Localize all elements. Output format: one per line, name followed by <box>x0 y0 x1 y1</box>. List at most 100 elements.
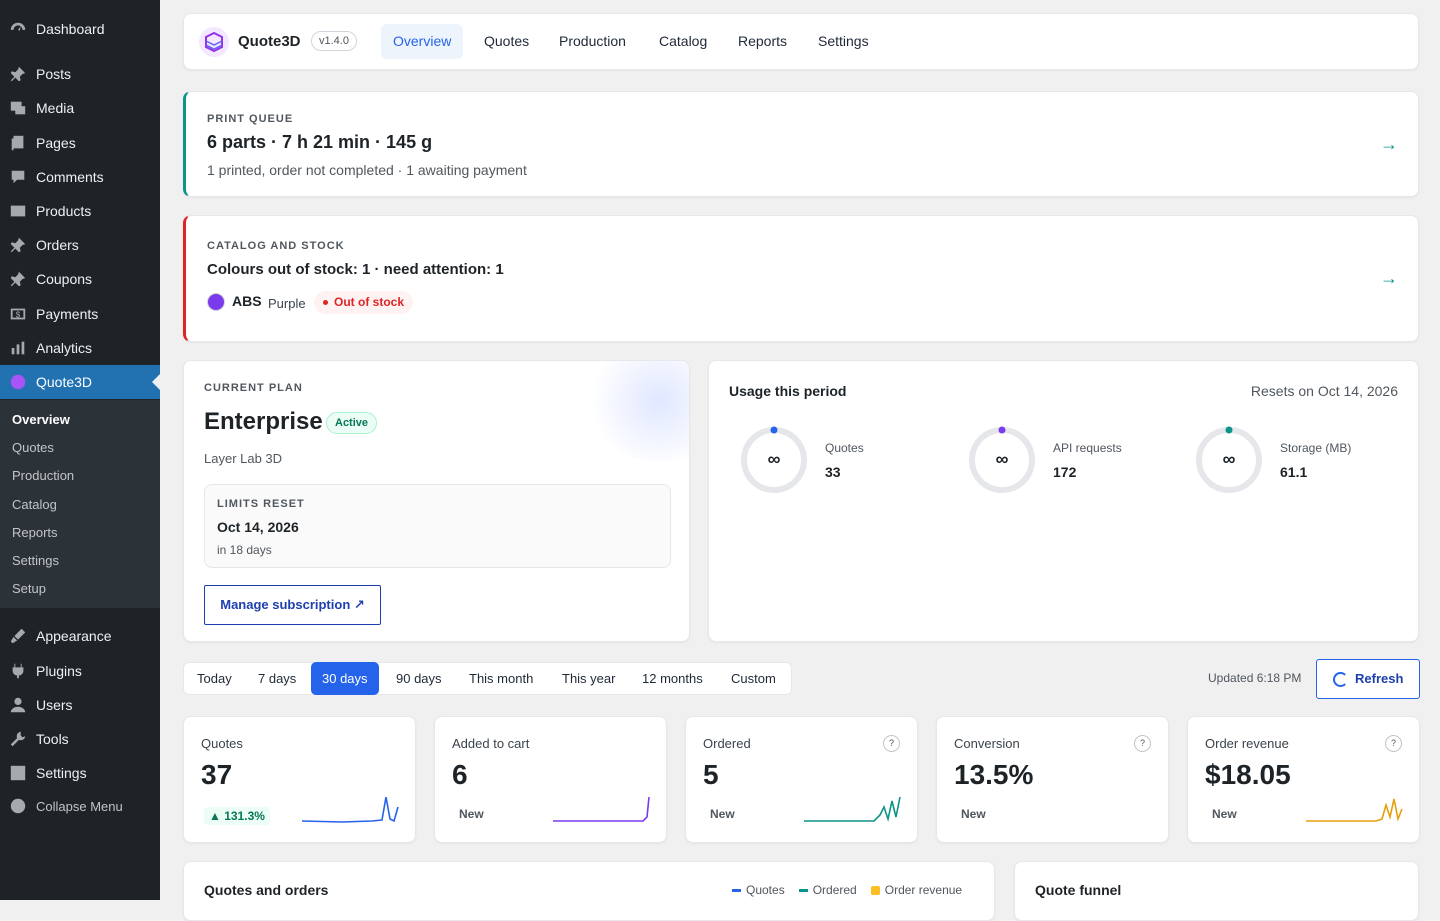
usage-reset-date: Resets on Oct 14, 2026 <box>1250 383 1398 399</box>
refresh-button[interactable]: Refresh <box>1316 659 1420 699</box>
sparkline <box>553 797 650 822</box>
current-plan-card: CURRENT PLAN Enterprise Active Layer Lab… <box>183 360 690 642</box>
status-label: Out of stock <box>334 295 405 309</box>
sidebar-item-products[interactable]: Products <box>0 194 160 228</box>
sidebar-item-settings[interactable]: Settings <box>0 756 160 790</box>
stat-value: 37 <box>201 759 233 790</box>
svg-text:$: $ <box>16 311 21 320</box>
usage-value: 172 <box>1053 464 1077 480</box>
limits-reset-box: LIMITS RESET Oct 14, 2026 in 18 days <box>204 484 671 568</box>
sidebar-item-media[interactable]: Media <box>0 91 160 125</box>
sidebar-label: Analytics <box>36 340 93 356</box>
range-tab[interactable]: Custom <box>720 662 787 695</box>
sidebar-item-quote3d[interactable]: Quote3D <box>0 365 160 399</box>
legend-label: Ordered <box>812 883 857 897</box>
range-tab[interactable]: 12 months <box>631 662 714 695</box>
comment-icon <box>8 167 28 187</box>
products-icon <box>8 201 28 221</box>
submenu-item-overview[interactable]: Overview <box>12 412 70 427</box>
range-tab[interactable]: 7 days <box>247 662 307 695</box>
help-icon[interactable]: ? <box>1385 735 1402 752</box>
sidebar-label: Users <box>36 697 73 713</box>
sidebar-label: Coupons <box>36 271 93 287</box>
dashboard-icon <box>8 19 28 39</box>
quote3d-logo-icon <box>8 372 28 392</box>
catalog-stock-eyebrow: CATALOG AND STOCK <box>207 240 345 252</box>
range-tab[interactable]: Today <box>186 662 243 695</box>
sidebar-label: Plugins <box>36 663 82 679</box>
settings-sliders-icon <box>8 763 28 783</box>
catalog-stock-card[interactable]: CATALOG AND STOCK Colours out of stock: … <box>183 215 1419 342</box>
sidebar-item-dashboard[interactable]: Dashboard <box>0 12 160 46</box>
sidebar-label: Comments <box>36 169 104 185</box>
usage-meter: ∞ Quotes 33 <box>739 425 939 495</box>
sidebar-label: Settings <box>36 765 87 781</box>
stat-change-badge: New <box>710 807 735 821</box>
range-tab[interactable]: This year <box>551 662 626 695</box>
sidebar-label: Products <box>36 203 92 219</box>
sidebar-item-pages[interactable]: Pages <box>0 126 160 160</box>
submenu-item-reports[interactable]: Reports <box>12 525 58 540</box>
plan-eyebrow: CURRENT PLAN <box>204 382 303 394</box>
sidebar-item-orders[interactable]: Orders <box>0 228 160 262</box>
collapse-menu-button[interactable]: Collapse Menu <box>0 789 160 823</box>
tab-production[interactable]: Production <box>547 24 638 59</box>
arrow-right-icon[interactable]: → <box>1380 268 1398 289</box>
print-queue-summary: 6 parts · 7 h 21 min · 145 g <box>207 132 433 152</box>
help-icon[interactable]: ? <box>1134 735 1151 752</box>
range-tab[interactable]: 30 days <box>311 662 379 695</box>
stat-change-badge: New <box>1212 807 1237 821</box>
sidebar-item-appearance[interactable]: Appearance <box>0 619 160 653</box>
dollar-icon: $ <box>8 304 28 324</box>
sidebar-label: Collapse Menu <box>36 798 123 814</box>
print-queue-card[interactable]: PRINT QUEUE 6 parts · 7 h 21 min · 145 g… <box>183 91 1419 197</box>
colour-name: Purple <box>268 296 306 311</box>
material-name: ABS <box>232 293 262 309</box>
collapse-arrow-icon <box>8 796 28 816</box>
sidebar-item-tools[interactable]: Tools <box>0 722 160 756</box>
sidebar-label: Tools <box>36 731 69 747</box>
range-tab[interactable]: This month <box>458 662 544 695</box>
submenu-item-production[interactable]: Production <box>12 468 74 483</box>
sidebar-item-coupons[interactable]: Coupons <box>0 262 160 296</box>
sidebar-item-payments[interactable]: $ Payments <box>0 297 160 331</box>
usage-title: Usage this period <box>729 383 847 399</box>
tab-settings[interactable]: Settings <box>806 24 881 59</box>
tab-quotes[interactable]: Quotes <box>472 24 541 59</box>
sidebar-label: Dashboard <box>36 21 105 37</box>
help-icon[interactable]: ? <box>883 735 900 752</box>
refresh-label: Refresh <box>1355 671 1404 686</box>
usage-value: 33 <box>825 464 841 480</box>
print-queue-detail: 1 printed, order not completed · 1 await… <box>207 162 527 178</box>
arrow-right-icon[interactable]: → <box>1380 134 1398 155</box>
decorative-glow <box>584 361 689 461</box>
stat-value: 5 <box>703 759 719 790</box>
sidebar-item-users[interactable]: Users <box>0 688 160 722</box>
sidebar-item-posts[interactable]: Posts <box>0 57 160 91</box>
submenu-item-settings[interactable]: Settings <box>12 553 59 568</box>
legend-label: Order revenue <box>884 883 963 897</box>
legend-item[interactable]: Order revenue <box>870 883 963 897</box>
legend-item[interactable]: Quotes <box>732 883 785 897</box>
stat-label: Order revenue <box>1205 736 1289 751</box>
tab-reports[interactable]: Reports <box>726 24 799 59</box>
manage-subscription-button[interactable]: Manage subscription ↗ <box>204 585 381 625</box>
sidebar-label: Payments <box>36 306 99 322</box>
tab-overview[interactable]: Overview <box>381 24 464 59</box>
plan-status-badge: Active <box>326 412 378 434</box>
user-icon <box>8 695 28 715</box>
submenu-item-quotes[interactable]: Quotes <box>12 440 54 455</box>
sidebar-item-analytics[interactable]: Analytics <box>0 331 160 365</box>
sidebar-item-comments[interactable]: Comments <box>0 160 160 194</box>
legend-item[interactable]: Ordered <box>798 883 857 897</box>
submenu-item-setup[interactable]: Setup <box>12 581 46 596</box>
infinity-icon: ∞ <box>767 449 781 469</box>
sidebar-label: Quote3D <box>36 374 93 390</box>
stat-label: Quotes <box>201 736 243 751</box>
range-tab[interactable]: 90 days <box>385 662 453 695</box>
sidebar-item-plugins[interactable]: Plugins <box>0 654 160 688</box>
bar-chart-icon <box>8 338 28 358</box>
submenu-item-catalog[interactable]: Catalog <box>12 497 57 512</box>
tab-catalog[interactable]: Catalog <box>647 24 719 59</box>
sparkline <box>1306 798 1403 822</box>
